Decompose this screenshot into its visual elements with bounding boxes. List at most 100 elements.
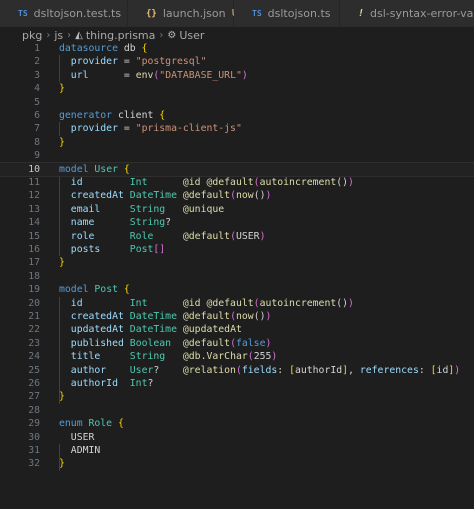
line-number: 17 — [28, 257, 40, 269]
code-line[interactable]: 24 title String @db.VarChar(255) — [0, 350, 474, 363]
code-token: client — [112, 110, 160, 121]
code-line[interactable]: 29 enum Role { — [0, 417, 474, 430]
code-token: provider — [59, 56, 118, 68]
code-line[interactable]: 2 provider = "postgresql" — [0, 55, 474, 68]
code-token: "postgresql" — [135, 56, 207, 68]
code-line[interactable]: 10 model User { — [0, 161, 474, 178]
typescript-file-icon: TS — [252, 9, 262, 18]
code-token: id — [59, 177, 83, 188]
code-text: name String? — [59, 216, 171, 229]
code-line[interactable]: 22 updatedAt DateTime @updatedAt — [0, 323, 474, 336]
code-token: autoincrement — [259, 297, 337, 309]
code-token: { — [123, 163, 130, 175]
code-editor[interactable]: 1 datasource db {2 provider = "postgresql… — [0, 41, 474, 509]
code-text: published Boolean @default(false) — [59, 337, 272, 350]
code-line[interactable]: 13 email String @unique — [0, 203, 474, 216]
code-line[interactable]: 23 published Boolean @default(false) — [0, 337, 474, 350]
code-line[interactable]: 4} — [0, 82, 474, 95]
code-text: ADMIN — [59, 444, 101, 457]
code-token: = — [117, 123, 136, 135]
code-token: } — [59, 458, 65, 470]
code-token: { — [159, 110, 166, 121]
line-number: 30 — [28, 431, 40, 443]
code-token: : — [277, 364, 290, 376]
code-line[interactable]: 3 url = env("DATABASE_URL") — [0, 69, 474, 82]
line-number: 15 — [28, 230, 40, 242]
code-token: () — [336, 177, 349, 188]
code-line[interactable]: 20 id Int @id @default(autoincrement()) — [0, 297, 474, 310]
tab-label: dsl-syntax-error-validatio — [370, 7, 474, 20]
code-token: authorId — [294, 364, 343, 376]
code-text: posts Post[] — [59, 243, 165, 256]
code-line[interactable]: 21 createdAt DateTime @default(now()) — [0, 310, 474, 323]
code-text: enum Role { — [59, 417, 124, 430]
code-line[interactable]: 1 datasource db { — [0, 42, 474, 55]
code-line[interactable]: 28 — [0, 404, 474, 417]
code-line[interactable]: 19 model Post { — [0, 283, 474, 296]
tab-launch-json[interactable]: {} launch.json U — [128, 0, 239, 26]
code-line[interactable]: 7 provider = "prisma-client-js" — [0, 122, 474, 135]
code-line[interactable]: 26 authorId Int? — [0, 377, 474, 390]
code-line[interactable]: 5 — [0, 96, 474, 109]
code-text: email String @unique — [59, 203, 224, 216]
line-number: 19 — [28, 284, 40, 296]
code-token: now — [235, 311, 254, 322]
code-token: DateTime — [129, 324, 177, 336]
tab-label: dsltojson.test.ts — [33, 7, 122, 20]
tab-label: dsltojson.ts — [267, 7, 331, 20]
line-number: 2 — [34, 56, 40, 68]
symbol-class-icon: ⚙ — [167, 30, 177, 41]
code-text: } — [59, 390, 65, 403]
code-token: now — [235, 190, 254, 202]
code-token: Int — [129, 177, 148, 188]
code-text: id Int @id @default(autoincrement()) — [59, 297, 354, 310]
code-line[interactable]: 27} — [0, 390, 474, 403]
code-line[interactable]: 31 ADMIN — [0, 444, 474, 457]
code-token: String — [129, 217, 166, 229]
line-number: 24 — [28, 351, 40, 363]
tab-dsl-syntax-error-validation[interactable]: ! dsl-syntax-error-validatio — [340, 0, 474, 26]
code-line[interactable]: 8} — [0, 136, 474, 149]
code-line[interactable]: 9 — [0, 149, 474, 162]
code-token: Boolean — [129, 337, 172, 349]
code-line[interactable]: 11 id Int @id @default(autoincrement()) — [0, 176, 474, 189]
code-token: ) — [348, 177, 354, 188]
code-line[interactable]: 18 — [0, 270, 474, 283]
code-token: : — [418, 364, 431, 376]
line-number: 27 — [28, 391, 40, 403]
code-line[interactable]: 25 author User? @relation(fields: [autho… — [0, 364, 474, 377]
code-token: = — [117, 56, 136, 68]
code-line[interactable]: 6 generator client { — [0, 109, 474, 122]
code-token: ) — [265, 337, 272, 349]
code-line[interactable]: 12 createdAt DateTime @default(now()) — [0, 189, 474, 202]
code-line[interactable]: 16 posts Post[] — [0, 243, 474, 256]
code-token: env — [135, 69, 154, 81]
code-token: @updatedAt — [182, 324, 242, 336]
code-token: @default — [182, 230, 231, 242]
code-token: USER — [235, 230, 260, 242]
code-token: ? — [153, 364, 183, 376]
tab-dsltojson-test-ts[interactable]: TS dsltojson.test.ts — [0, 0, 128, 26]
code-token: } — [59, 257, 65, 269]
code-line[interactable]: 17} — [0, 256, 474, 269]
chevron-right-icon: › — [46, 30, 51, 41]
tab-dsltojson-ts[interactable]: TS dsltojson.ts — [234, 0, 340, 26]
code-text: } — [59, 256, 65, 269]
code-line[interactable]: 15 role Role @default(USER) — [0, 230, 474, 243]
code-line[interactable]: 32} — [0, 457, 474, 470]
line-number: 32 — [28, 458, 40, 470]
code-line[interactable]: 14 name String? — [0, 216, 474, 229]
code-token: autoincrement — [259, 177, 337, 188]
code-line[interactable]: 30 USER — [0, 431, 474, 444]
code-token: @unique — [182, 203, 225, 215]
code-token: , — [348, 364, 360, 376]
